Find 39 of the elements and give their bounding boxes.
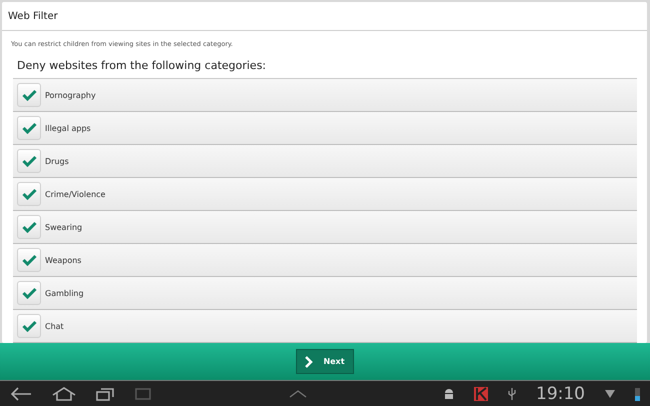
category-label: Drugs <box>45 156 69 166</box>
category-label: Illegal apps <box>45 124 91 132</box>
home-icon[interactable] <box>52 386 76 400</box>
checkmark-icon <box>22 155 36 167</box>
category-label: Pornography <box>45 90 96 100</box>
chevron-right-icon <box>303 356 316 368</box>
checkmark-icon <box>22 320 36 332</box>
checkbox[interactable] <box>17 281 41 305</box>
category-label: Chat <box>45 322 64 330</box>
category-label: Crime/Violence <box>45 190 106 198</box>
screenshot-icon[interactable] <box>134 386 152 400</box>
back-icon[interactable] <box>10 386 32 400</box>
next-button[interactable]: Next <box>296 349 354 374</box>
checkbox[interactable] <box>17 83 41 107</box>
checkbox[interactable] <box>17 116 41 140</box>
checkbox[interactable] <box>17 215 41 239</box>
battery-icon <box>635 386 640 400</box>
category-label: Swearing <box>45 222 82 232</box>
category-label: Gambling <box>45 288 84 298</box>
checkmark-icon <box>22 89 36 101</box>
recent-apps-icon[interactable] <box>96 386 114 400</box>
window-title: Web Filter <box>2 2 647 31</box>
checkmark-icon <box>22 122 36 134</box>
checkmark-icon <box>22 254 36 266</box>
checkbox[interactable] <box>17 248 41 272</box>
wifi-icon <box>605 388 615 398</box>
checkbox[interactable] <box>17 314 41 338</box>
clock-time: 19:10 <box>536 384 585 404</box>
section-heading: Deny websites from the following categories: <box>17 59 268 72</box>
category-label: Weapons <box>45 256 82 264</box>
checkmark-icon <box>22 221 36 233</box>
chevron-up-icon[interactable] <box>289 390 307 398</box>
usb-icon <box>508 386 516 400</box>
checkmark-icon <box>22 287 36 299</box>
checkmark-icon <box>22 188 36 200</box>
checkbox[interactable] <box>17 182 41 206</box>
android-icon <box>444 388 454 400</box>
app-notification-icon <box>474 386 488 400</box>
checkbox[interactable] <box>17 149 41 173</box>
